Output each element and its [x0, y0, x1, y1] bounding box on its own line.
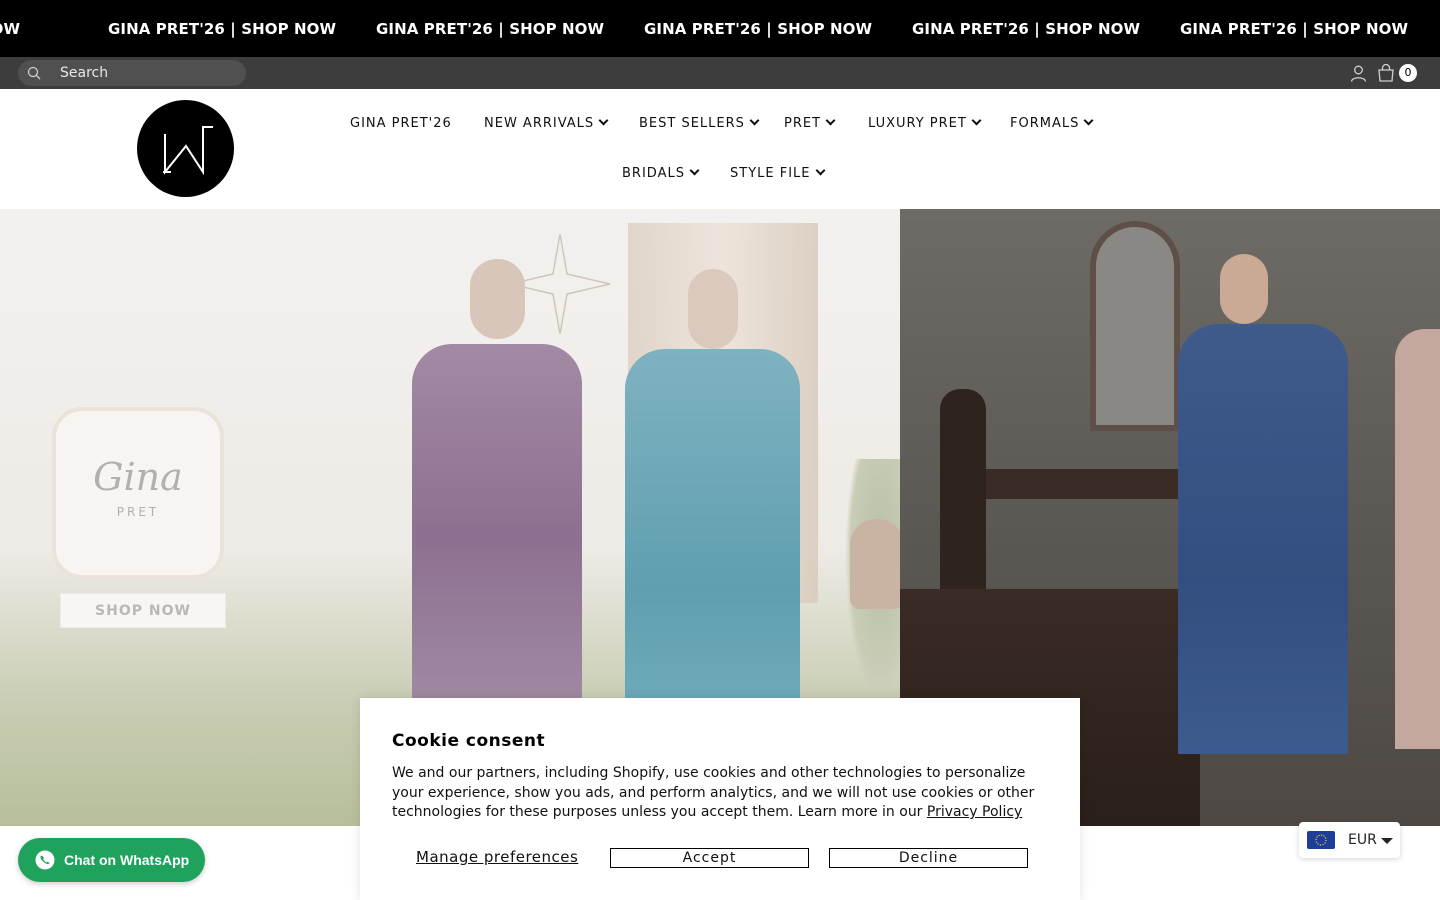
- model-head: [470, 259, 525, 339]
- decline-button[interactable]: Decline: [829, 848, 1028, 868]
- brand-logo[interactable]: [137, 100, 234, 197]
- announcement-link[interactable]: GINA PRET'26 | SHOP NOW: [644, 20, 872, 38]
- site-header: GINA PRET'26 NEW ARRIVALS BEST SELLERS P…: [0, 89, 1440, 209]
- chevron-down-icon: [598, 115, 609, 126]
- nav-label: LUXURY PRET: [868, 116, 967, 131]
- manage-preferences-link[interactable]: Manage preferences: [416, 848, 578, 866]
- chevron-down-icon: [825, 115, 836, 126]
- announcement-bar: GINA PRET'26 | SHOP NOW GINA PRET'26 | S…: [0, 0, 1440, 57]
- whatsapp-label: Chat on WhatsApp: [64, 852, 190, 868]
- nav-pret[interactable]: PRET: [784, 115, 836, 131]
- model-navy-outfit: [1178, 324, 1348, 754]
- chevron-down-icon: [689, 165, 700, 176]
- chevron-down-icon: [815, 165, 825, 176]
- utility-bar: 0: [0, 57, 1440, 89]
- currency-code: EUR: [1348, 832, 1377, 848]
- badge-subtitle: PRET: [116, 505, 160, 519]
- chevron-down-icon: [749, 115, 760, 126]
- privacy-policy-link[interactable]: Privacy Policy: [927, 804, 1022, 820]
- badge-script-title: Gina: [93, 455, 183, 499]
- model-head: [688, 269, 738, 349]
- nav-label: PRET: [784, 116, 822, 131]
- shopping-bag-icon[interactable]: [1377, 64, 1395, 82]
- currency-selector[interactable]: EUR: [1299, 822, 1400, 858]
- model-edge-figure: [1395, 329, 1440, 749]
- announcement-link[interactable]: GINA PRET'26 | SHOP NOW: [108, 20, 336, 38]
- nav-label: BEST SELLERS: [639, 116, 745, 131]
- nav-style-file[interactable]: STYLE FILE: [730, 165, 825, 181]
- nav-label: FORMALS: [1010, 116, 1080, 131]
- nav-new-arrivals[interactable]: NEW ARRIVALS: [484, 115, 609, 131]
- cart-count-badge[interactable]: 0: [1399, 64, 1417, 82]
- cookie-consent-dialog: Cookie consent We and our partners, incl…: [360, 698, 1080, 900]
- whatsapp-icon: [35, 850, 55, 870]
- search-icon[interactable]: [27, 66, 41, 80]
- announcement-link[interactable]: GINA PRET'26 | SHOP NOW: [1180, 20, 1408, 38]
- nav-luxury-pret[interactable]: LUXURY PRET: [868, 115, 982, 131]
- whatsapp-chat-button[interactable]: Chat on WhatsApp: [18, 838, 205, 882]
- nav-label: NEW ARRIVALS: [484, 116, 595, 131]
- shop-now-button[interactable]: SHOP NOW: [60, 593, 226, 628]
- announcement-link[interactable]: GINA PRET'26 | SHOP NOW: [912, 20, 1140, 38]
- nav-label: GINA PRET'26: [350, 116, 452, 131]
- accept-button[interactable]: Accept: [610, 848, 809, 868]
- user-account-icon[interactable]: [1350, 65, 1367, 82]
- caret-down-icon: [1381, 838, 1393, 844]
- cookie-description: We and our partners, including Shopify, …: [392, 764, 1052, 823]
- search-input[interactable]: [60, 60, 240, 86]
- nav-formals[interactable]: FORMALS: [1010, 115, 1094, 131]
- logo-mark-icon: [163, 126, 213, 176]
- nav-gina-pret[interactable]: GINA PRET'26: [350, 116, 452, 131]
- hero-window: [1090, 221, 1180, 431]
- gina-pret-badge: Gina PRET: [52, 407, 224, 579]
- nav-label: STYLE FILE: [730, 166, 811, 181]
- search-box[interactable]: [18, 60, 246, 86]
- chevron-down-icon: [971, 115, 982, 126]
- cookie-title: Cookie consent: [392, 731, 546, 751]
- nav-label: BRIDALS: [622, 166, 685, 181]
- announcement-link[interactable]: GINA PRET'26 | SHOP NOW: [0, 20, 20, 38]
- announcement-link[interactable]: GINA PRET'26 | SHOP NOW: [376, 20, 604, 38]
- nav-bridals[interactable]: BRIDALS: [622, 165, 700, 181]
- hero-planter: [850, 519, 900, 609]
- eu-stars-icon: [1315, 834, 1327, 846]
- model-head: [1220, 254, 1268, 324]
- chevron-down-icon: [1083, 115, 1094, 126]
- nav-best-sellers[interactable]: BEST SELLERS: [639, 115, 760, 131]
- eu-flag-icon: [1307, 831, 1335, 849]
